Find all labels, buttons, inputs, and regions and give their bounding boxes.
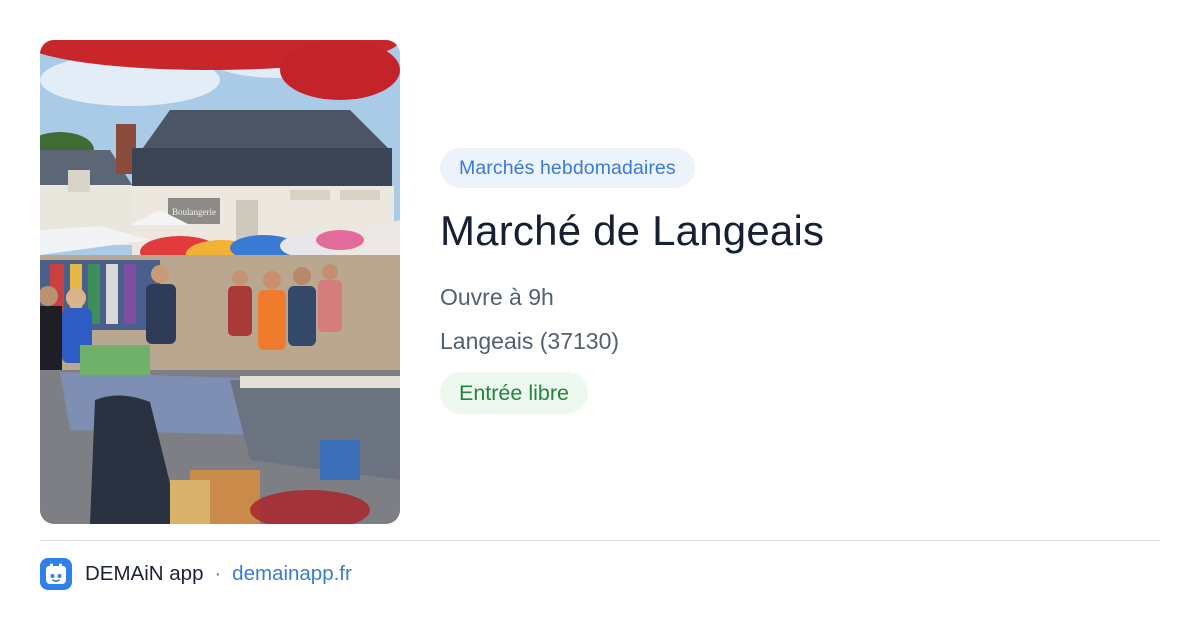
- app-name: DEMAiN app: [85, 562, 204, 585]
- event-photo: Boulangerie: [40, 40, 400, 524]
- footer-divider: [40, 540, 1160, 541]
- event-title: Marché de Langeais: [440, 207, 825, 254]
- price-badge: Entrée libre: [440, 372, 588, 414]
- event-details: Marchés hebdomadaires Marché de Langeais…: [440, 148, 1140, 414]
- event-hours: Ouvre à 9h: [440, 284, 554, 310]
- app-website-link[interactable]: demainapp.fr: [232, 562, 352, 586]
- calendar-app-icon: [40, 558, 72, 590]
- event-location: Langeais (37130): [440, 328, 620, 354]
- category-badge[interactable]: Marchés hebdomadaires: [440, 148, 695, 188]
- footer-separator: ·: [214, 562, 222, 585]
- footer: DEMAiN app · demainapp.fr: [40, 558, 352, 590]
- shop-sign: Boulangerie: [172, 207, 216, 217]
